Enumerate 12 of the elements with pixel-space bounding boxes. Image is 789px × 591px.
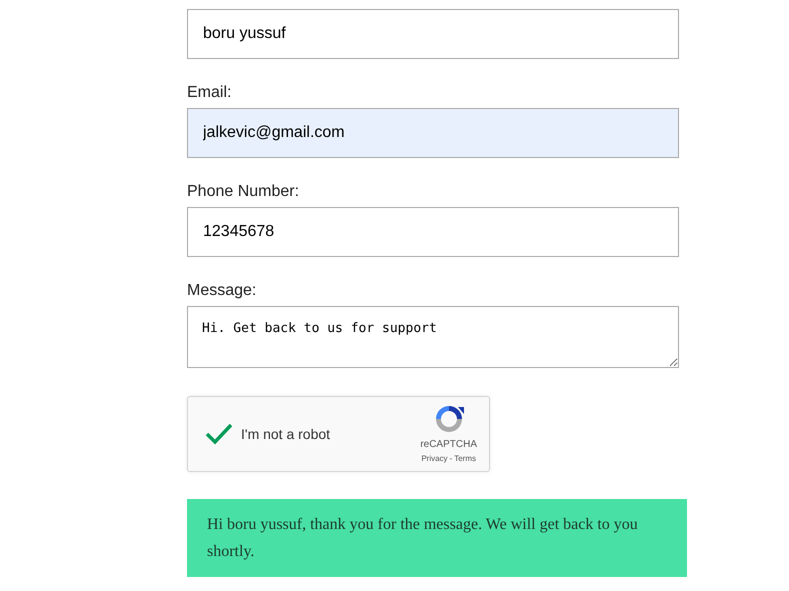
captcha-label: I'm not a robot xyxy=(241,424,332,444)
captcha-link[interactable]: Terms xyxy=(454,453,476,465)
field-label: Phone Number: xyxy=(187,183,300,201)
input-field[interactable]: boru yussuf xyxy=(187,9,679,59)
success-message: Hi boru yussuf, thank you for the message. We will get back to you shortly. xyxy=(187,499,687,577)
input-field[interactable]: 12345678 xyxy=(187,207,679,257)
field-label: Message: xyxy=(187,282,258,300)
message-field[interactable]: Hi. Get back to us for support xyxy=(187,306,679,368)
field-label: Email: xyxy=(187,84,232,102)
link-separator: - xyxy=(450,453,452,465)
captcha-brand: reCAPTCHA xyxy=(420,439,477,451)
captcha-link[interactable]: Privacy xyxy=(421,453,448,465)
